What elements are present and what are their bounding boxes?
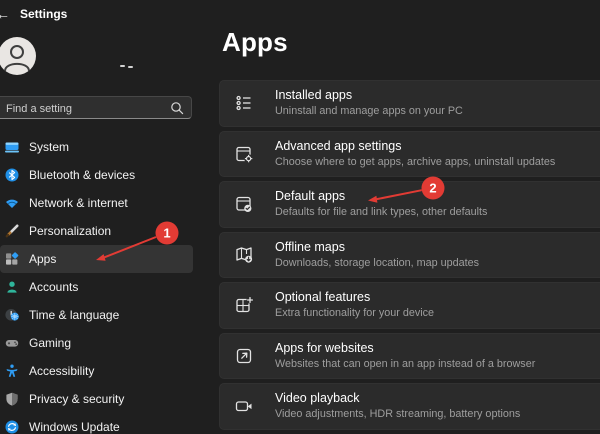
network-icon xyxy=(5,196,19,210)
sidebar-item-label: Accounts xyxy=(29,280,79,294)
card-subtitle: Choose where to get apps, archive apps, … xyxy=(275,155,556,168)
sidebar-item-label: System xyxy=(29,140,70,154)
card-title: Installed apps xyxy=(275,88,353,103)
sidebar-item-label: Gaming xyxy=(29,336,72,350)
card-subtitle: Video adjustments, HDR streaming, batter… xyxy=(275,408,521,421)
sidebar-item-privacy-security[interactable]: Privacy & security xyxy=(0,385,196,413)
apps-for-websites-icon xyxy=(233,345,255,367)
sidebar-item-label: Windows Update xyxy=(29,420,120,434)
sidebar-item-windows-update[interactable]: Windows Update xyxy=(0,413,196,434)
gaming-icon xyxy=(5,336,19,350)
card-title: Advanced app settings xyxy=(275,138,402,153)
page-title: Apps xyxy=(222,27,288,57)
settings-card-list: Installed apps Uninstall and manage apps… xyxy=(219,80,600,434)
sidebar-item-label: Accessibility xyxy=(29,364,95,378)
sidebar-item-label: Privacy & security xyxy=(29,392,125,406)
system-icon xyxy=(5,140,19,154)
accounts-icon xyxy=(5,280,19,294)
privacy-icon xyxy=(5,392,19,406)
redacted-username-mark xyxy=(128,66,133,68)
sidebar-item-label: Time & language xyxy=(29,308,120,322)
accessibility-icon xyxy=(5,364,19,378)
sidebar-item-personalization[interactable]: Personalization xyxy=(0,217,196,245)
back-icon[interactable]: ← xyxy=(0,5,13,23)
card-title: Apps for websites xyxy=(275,340,374,355)
sidebar-nav: System Bluetooth & devices Network & int… xyxy=(0,133,196,434)
windows-update-icon xyxy=(5,420,19,434)
settings-window: ← Settings System Bluetooth & devices Ne… xyxy=(0,0,600,434)
card-advanced-app-settings[interactable]: Advanced app settings Choose where to ge… xyxy=(219,130,600,177)
card-subtitle: Downloads, storage location, map updates xyxy=(275,256,480,269)
person-icon xyxy=(4,45,30,72)
default-apps-icon xyxy=(233,193,255,215)
card-title: Video playback xyxy=(275,391,360,406)
titlebar: ← Settings xyxy=(0,0,600,28)
apps-icon xyxy=(5,252,19,266)
card-subtitle: Websites that can open in an app instead… xyxy=(275,357,536,370)
sidebar-item-accessibility[interactable]: Accessibility xyxy=(0,357,196,385)
sidebar-item-label: Bluetooth & devices xyxy=(29,168,136,182)
sidebar-item-gaming[interactable]: Gaming xyxy=(0,329,196,357)
sidebar-item-system[interactable]: System xyxy=(0,133,196,161)
card-video-playback[interactable]: Video playback Video adjustments, HDR st… xyxy=(219,383,600,430)
personalization-icon xyxy=(5,224,19,238)
card-apps-for-websites[interactable]: Apps for websites Websites that can open… xyxy=(219,332,600,379)
card-subtitle: Defaults for file and link types, other … xyxy=(275,206,488,219)
search-icon xyxy=(171,102,184,115)
sidebar-item-time-language[interactable]: Time & language xyxy=(0,301,196,329)
card-subtitle: Extra functionality for your device xyxy=(275,307,435,320)
advanced-app-settings-icon xyxy=(233,143,255,165)
card-subtitle: Uninstall and manage apps on your PC xyxy=(275,105,463,118)
card-title: Optional features xyxy=(275,290,371,305)
avatar[interactable] xyxy=(0,37,36,75)
sidebar-item-bluetooth-devices[interactable]: Bluetooth & devices xyxy=(0,161,196,189)
search-box[interactable] xyxy=(0,96,192,120)
sidebar-item-apps[interactable]: Apps xyxy=(0,245,193,273)
sidebar-item-label: Apps xyxy=(29,252,57,266)
search-input[interactable] xyxy=(4,97,158,120)
bluetooth-icon xyxy=(5,168,19,182)
sidebar-item-accounts[interactable]: Accounts xyxy=(0,273,196,301)
video-playback-icon xyxy=(233,395,255,417)
card-title: Default apps xyxy=(275,189,346,204)
sidebar-item-network-internet[interactable]: Network & internet xyxy=(0,189,196,217)
time-language-icon xyxy=(5,308,19,322)
card-title: Offline maps xyxy=(275,239,345,254)
redacted-username-mark xyxy=(120,65,125,67)
sidebar-item-label: Network & internet xyxy=(29,196,128,210)
installed-apps-icon xyxy=(233,92,255,114)
card-default-apps[interactable]: Default apps Defaults for file and link … xyxy=(219,181,600,228)
card-installed-apps[interactable]: Installed apps Uninstall and manage apps… xyxy=(219,80,600,127)
card-offline-maps[interactable]: Offline maps Downloads, storage location… xyxy=(219,231,600,278)
sidebar-item-label: Personalization xyxy=(29,224,112,238)
card-optional-features[interactable]: Optional features Extra functionality fo… xyxy=(219,282,600,329)
optional-features-icon xyxy=(233,294,255,316)
window-title: Settings xyxy=(20,7,68,21)
offline-maps-icon xyxy=(233,244,255,266)
